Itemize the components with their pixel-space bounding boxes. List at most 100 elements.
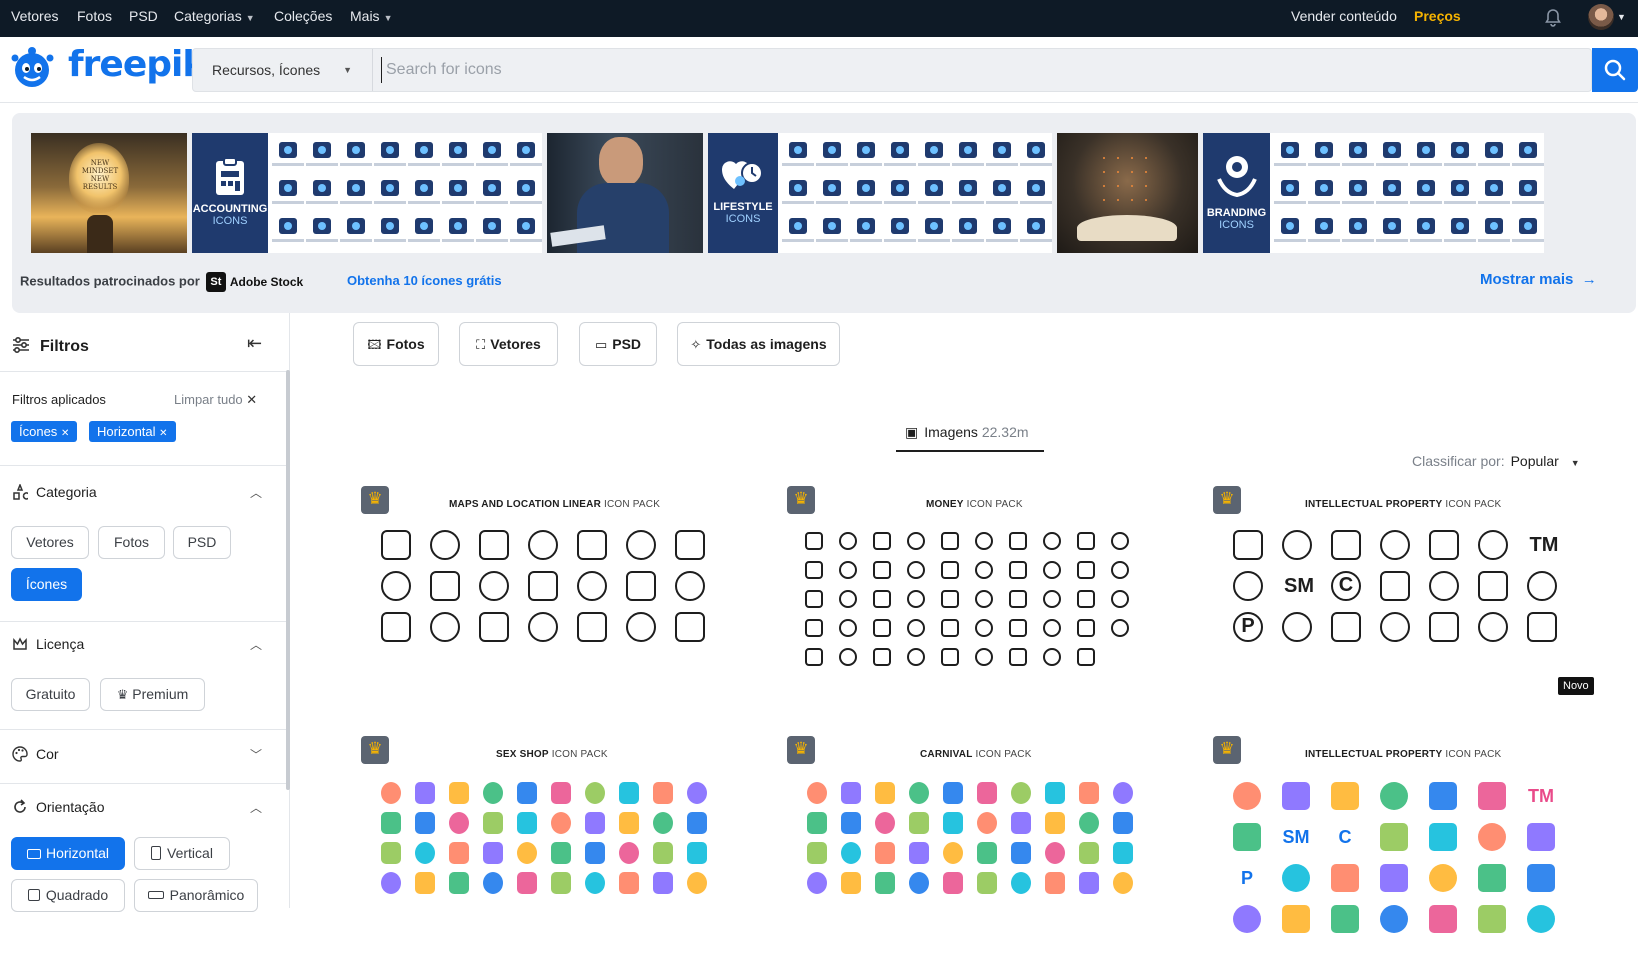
accounting-icon-grid[interactable] — [268, 133, 542, 253]
pack-icon — [1043, 619, 1061, 637]
pack-icon — [626, 612, 656, 642]
icon-pack-title: MAPS AND LOCATION LINEAR ICON PACK — [449, 499, 660, 510]
pricing-link[interactable]: Preços — [1414, 0, 1461, 37]
search-button[interactable] — [1592, 48, 1638, 92]
pack-icon — [1478, 782, 1506, 810]
nav-categorias[interactable]: Categorias ▼ — [174, 0, 255, 37]
results-tab-images[interactable]: ▣ Imagens 22.32m — [905, 424, 1029, 441]
resource-type-dropdown[interactable]: Recursos, Ícones ▼ — [193, 49, 373, 91]
pack-icon — [1077, 648, 1095, 666]
applied-chip-icones[interactable]: Ícones ✕ — [11, 421, 78, 442]
tab-vetores[interactable]: ⛶ Vetores — [459, 322, 558, 366]
pack-preview-icon — [850, 217, 882, 242]
lifestyle-icon-grid[interactable] — [778, 133, 1052, 253]
pack-icon — [430, 571, 460, 601]
pack-preview-icon — [952, 217, 984, 242]
user-avatar[interactable] — [1588, 4, 1614, 30]
tab-psd[interactable]: ▭ PSD — [579, 322, 657, 366]
sponsored-photo-businessman[interactable] — [547, 133, 703, 253]
accounting-pack-cover[interactable]: ACCOUNTING ICONS — [192, 133, 268, 253]
get-free-icons-link[interactable]: Obtenha 10 ícones grátis — [347, 273, 502, 288]
clear-all-button[interactable]: Limpar tudo ✕ — [174, 392, 257, 408]
logo-text: freepik — [68, 44, 206, 85]
results-label: Imagens — [924, 424, 978, 440]
orientation-horizontal[interactable]: Horizontal — [11, 837, 125, 870]
icon-pack-card[interactable]: INTELLECTUAL PROPERTY ICON PACK TM SM C P — [1213, 486, 1593, 706]
category-vetores[interactable]: Vetores — [11, 526, 89, 559]
license-premium[interactable]: ♛ Premium — [100, 678, 205, 711]
chevron-down-icon[interactable]: ▼ — [1617, 8, 1626, 26]
show-more-link[interactable]: Mostrar mais → — [1480, 271, 1597, 288]
pack-preview-icon — [1376, 179, 1408, 204]
branding-icon-grid[interactable] — [1270, 133, 1544, 253]
ip-glyph: C — [1331, 571, 1361, 601]
category-fotos[interactable]: Fotos — [98, 526, 165, 559]
sponsored-photo-book-butterflies[interactable] — [1057, 133, 1198, 253]
chevron-up-icon[interactable]: ︿ — [250, 636, 262, 653]
pack-subtitle: ICONS — [1219, 219, 1254, 231]
pack-preview-icon — [1020, 217, 1052, 242]
lifestyle-pack-cover[interactable]: LIFESTYLE ICONS — [708, 133, 778, 253]
pack-icon — [941, 532, 959, 550]
pack-icon — [1478, 530, 1508, 560]
pack-icon — [528, 612, 558, 642]
pack-title: BRANDING — [1206, 207, 1267, 219]
freepik-logo[interactable]: freepik — [10, 44, 206, 90]
filters-header: Filtros — [12, 336, 89, 358]
icon-pack-card[interactable]: MAPS AND LOCATION LINEAR ICON PACK — [361, 486, 741, 706]
license-section-header[interactable]: Licença — [12, 636, 84, 652]
pack-icon — [1043, 561, 1061, 579]
orientation-section-header[interactable]: Orientação — [12, 799, 104, 815]
pack-preview-icon — [1020, 141, 1052, 166]
license-free[interactable]: Gratuito — [11, 678, 90, 711]
filters-title: Filtros — [40, 338, 89, 355]
applied-chip-horizontal[interactable]: Horizontal ✕ — [89, 421, 176, 442]
chevron-up-icon[interactable]: ︿ — [250, 484, 262, 501]
sort-control[interactable]: Classificar por: Popular ▼ — [1412, 453, 1580, 469]
nav-vetores[interactable]: Vetores — [11, 0, 58, 37]
pack-preview-icon — [1274, 217, 1306, 242]
icon-pack-name: SEX SHOP — [496, 749, 549, 760]
nav-fotos[interactable]: Fotos — [77, 0, 112, 37]
search-input[interactable] — [381, 57, 1381, 83]
pack-icon — [551, 782, 571, 804]
pack-preview-icon — [408, 217, 440, 242]
pack-preview-icon — [1478, 179, 1510, 204]
chevron-up-icon[interactable]: ︿ — [250, 799, 262, 816]
nav-mais[interactable]: Mais ▼ — [350, 0, 392, 37]
sponsored-photo-lightbulb[interactable]: NEW MINDSET NEW RESULTS — [31, 133, 187, 253]
pack-icon — [653, 782, 673, 804]
nav-colecoes[interactable]: Coleções — [274, 0, 332, 37]
sparkle-icon: ✧ — [690, 337, 702, 352]
tab-fotos[interactable]: 🖾 Fotos — [353, 322, 439, 366]
nav-psd[interactable]: PSD — [129, 0, 158, 37]
orientation-square[interactable]: Quadrado — [11, 879, 125, 912]
category-icones[interactable]: Ícones — [11, 568, 82, 601]
icon-pack-card[interactable]: INTELLECTUAL PROPERTY ICON PACK TM SM C P — [1213, 736, 1593, 956]
bell-icon[interactable] — [1543, 8, 1563, 28]
color-section-header[interactable]: Cor — [12, 746, 59, 762]
icon-pack-suffix: ICON PACK — [604, 499, 661, 510]
pack-icon — [1077, 590, 1095, 608]
sidebar-scrollbar[interactable] — [286, 370, 290, 790]
category-section-header[interactable]: Categoria — [12, 482, 97, 500]
orientation-vertical[interactable]: Vertical — [134, 837, 230, 870]
icon-pack-card[interactable]: MONEY ICON PACK — [787, 486, 1167, 706]
tab-psd-label: PSD — [612, 336, 642, 352]
pack-icon — [1077, 532, 1095, 550]
branding-pack-cover[interactable]: BRANDING ICONS — [1203, 133, 1270, 253]
gear-hands-icon — [1217, 156, 1257, 198]
pack-icon — [1282, 612, 1312, 642]
collapse-sidebar-icon[interactable]: ⇤ — [247, 333, 262, 354]
category-psd[interactable]: PSD — [173, 526, 231, 559]
pack-icon — [839, 590, 857, 608]
divider — [0, 783, 286, 784]
tab-all-images[interactable]: ✧ Todas as imagens — [677, 322, 840, 366]
orientation-panoramic[interactable]: Panorâmico — [134, 879, 258, 912]
chevron-down-icon[interactable]: ﹀ — [250, 746, 262, 763]
sell-content-link[interactable]: Vender conteúdo — [1291, 0, 1397, 37]
icon-pack-card[interactable]: CARNIVAL ICON PACK — [787, 736, 1167, 956]
icon-pack-card[interactable]: SEX SHOP ICON PACK — [361, 736, 741, 956]
pack-icon — [626, 530, 656, 560]
icon-pack-name: MAPS AND LOCATION LINEAR — [449, 499, 602, 510]
